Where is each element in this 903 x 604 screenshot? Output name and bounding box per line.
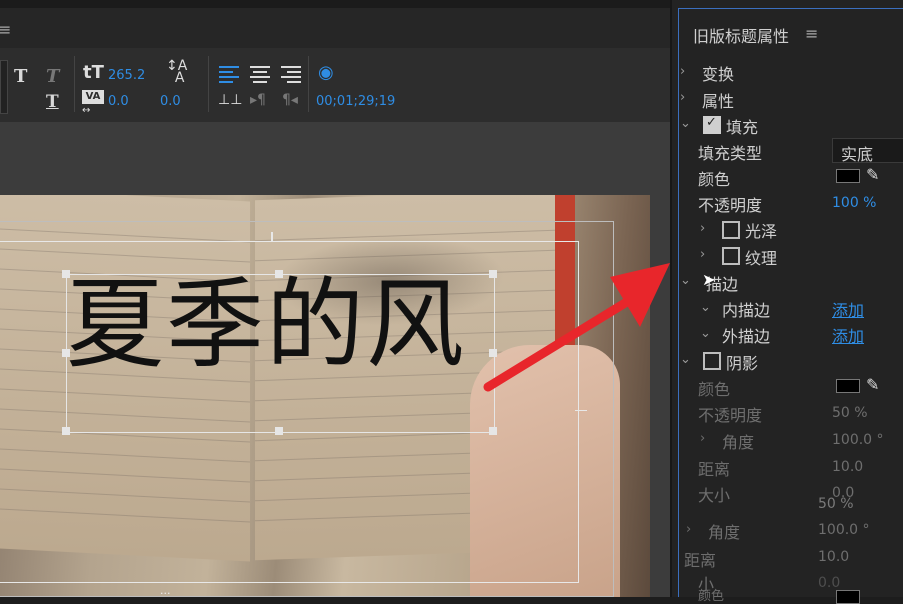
ghost-distance-label: 距离 xyxy=(684,551,717,570)
panel-title: 旧版标题属性 xyxy=(693,27,790,46)
paragraph-rtl-icon[interactable]: ¶◂ xyxy=(282,92,298,108)
tracking-arrow-icon: ↔ xyxy=(82,105,91,116)
color-label: 颜色 xyxy=(698,170,731,189)
eyedropper-icon[interactable]: ✎ xyxy=(866,375,879,394)
ghost-size-value: 0.0 xyxy=(818,575,841,591)
fill-type-value: 实底 xyxy=(841,145,874,164)
ghost-angle-value: 100.0 ° xyxy=(818,522,870,538)
chevron-right-icon: › xyxy=(686,522,692,537)
chevron-down-icon[interactable]: ⌄ xyxy=(680,273,691,288)
align-right-icon[interactable] xyxy=(281,66,301,83)
shadow-angle-label: 角度 xyxy=(722,433,755,452)
sheen-checkbox[interactable] xyxy=(722,221,740,239)
chevron-down-icon[interactable]: ⌄ xyxy=(680,116,691,131)
chevron-down-icon[interactable]: ⌄ xyxy=(700,326,711,341)
fill-color-swatch[interactable] xyxy=(836,169,860,183)
ghost-color-swatch xyxy=(836,590,860,604)
annotation-arrow-icon xyxy=(483,263,670,392)
sheen-label: 光泽 xyxy=(745,222,778,241)
text-toolbar: T T T tT 265.2 VA ↔ 0.0 ↕A A 0.0 ⊥⊥ ▸¶ ¶… xyxy=(0,48,670,123)
shadow-opacity-label: 不透明度 xyxy=(698,406,763,425)
panel-header: 旧版标题属性 ≡ xyxy=(678,8,903,59)
fill-type-label: 填充类型 xyxy=(698,144,763,163)
chevron-down-icon[interactable]: ⌄ xyxy=(700,300,711,315)
timecode[interactable]: 00;01;29;19 xyxy=(316,94,395,109)
chevron-right-icon[interactable]: › xyxy=(700,431,705,446)
resize-handle-bottom-left[interactable] xyxy=(62,427,70,435)
shadow-opacity-value[interactable]: 50 % xyxy=(832,405,868,421)
font-size-value[interactable]: 265.2 xyxy=(108,68,145,83)
tracking-value[interactable]: 0.0 xyxy=(108,94,129,109)
eyedropper-icon[interactable]: ✎ xyxy=(866,165,879,184)
opacity-value[interactable]: 100 % xyxy=(832,195,876,211)
fill-checkbox[interactable]: ✓ xyxy=(703,115,721,134)
ghost-angle-label: 角度 xyxy=(708,523,741,542)
section-transform[interactable]: 变换 xyxy=(702,61,734,85)
top-strip xyxy=(0,0,670,8)
shadow-angle-value[interactable]: 100.0 ° xyxy=(832,432,884,448)
outer-stroke-label: 外描边 xyxy=(722,327,771,346)
shadow-color-label: 颜色 xyxy=(698,380,731,399)
center-mark-right xyxy=(575,410,587,411)
shadow-size-label: 大小 xyxy=(698,486,731,505)
paragraph-ltr-icon[interactable]: ▸¶ xyxy=(250,92,266,108)
add-outer-stroke-link[interactable]: 添加 xyxy=(832,323,864,347)
subtitle-text: ... xyxy=(160,584,171,597)
align-left-icon[interactable] xyxy=(219,66,239,83)
section-shadow[interactable]: 阴影 xyxy=(726,350,758,374)
add-inner-stroke-link[interactable]: 添加 xyxy=(832,297,864,321)
chevron-right-icon[interactable]: › xyxy=(700,247,705,262)
ghost-color-label: 颜色 xyxy=(698,589,725,604)
section-fill[interactable]: 填充 xyxy=(726,114,758,138)
chevron-right-icon[interactable]: › xyxy=(680,90,685,105)
menu-icon[interactable]: ≡ xyxy=(0,20,11,39)
texture-checkbox[interactable] xyxy=(722,247,740,265)
font-field-edge[interactable] xyxy=(0,60,8,114)
italic-button[interactable]: T xyxy=(46,66,59,87)
ghost-opacity-value: 50 % xyxy=(818,496,854,512)
section-properties[interactable]: 属性 xyxy=(702,88,734,112)
ghost-distance-value: 10.0 xyxy=(818,549,850,565)
toolbar-separator xyxy=(208,56,209,112)
chevron-right-icon[interactable]: › xyxy=(700,221,705,236)
toolbar-separator xyxy=(308,56,309,112)
shadow-distance-label: 距离 xyxy=(698,460,731,479)
tab-stops-icon[interactable]: ⊥⊥ xyxy=(218,92,242,108)
center-mark-top xyxy=(271,232,273,242)
mouse-cursor-icon: ➤ xyxy=(702,270,716,289)
tracking-icon: VA xyxy=(82,90,104,104)
title-text[interactable]: 夏季的风 xyxy=(66,265,496,385)
leading-value[interactable]: 0.0 xyxy=(160,94,181,109)
chevron-right-icon[interactable]: › xyxy=(680,64,685,79)
chevron-down-icon[interactable]: ⌄ xyxy=(680,352,691,367)
align-center-icon[interactable] xyxy=(250,66,270,83)
font-size-icon: tT xyxy=(83,62,104,83)
bold-button[interactable]: T xyxy=(14,66,27,87)
underline-button[interactable]: T xyxy=(46,92,59,112)
inner-stroke-label: 内描边 xyxy=(722,301,771,320)
leading-icon: ↕A A xyxy=(166,58,188,86)
editor-header: ≡ xyxy=(0,8,670,48)
panel-menu-icon[interactable]: ≡ xyxy=(805,24,818,43)
shadow-color-swatch[interactable] xyxy=(836,379,860,393)
texture-label: 纹理 xyxy=(745,249,778,268)
resize-handle-bottom[interactable] xyxy=(275,427,283,435)
toolbar-separator xyxy=(74,56,75,112)
shadow-checkbox[interactable] xyxy=(703,352,721,370)
show-video-icon[interactable]: ◉ xyxy=(318,62,334,83)
resize-handle-bottom-right[interactable] xyxy=(489,427,497,435)
shadow-distance-value[interactable]: 10.0 xyxy=(832,459,863,475)
fill-type-select[interactable]: 实底 xyxy=(832,138,903,164)
opacity-label: 不透明度 xyxy=(698,196,763,215)
